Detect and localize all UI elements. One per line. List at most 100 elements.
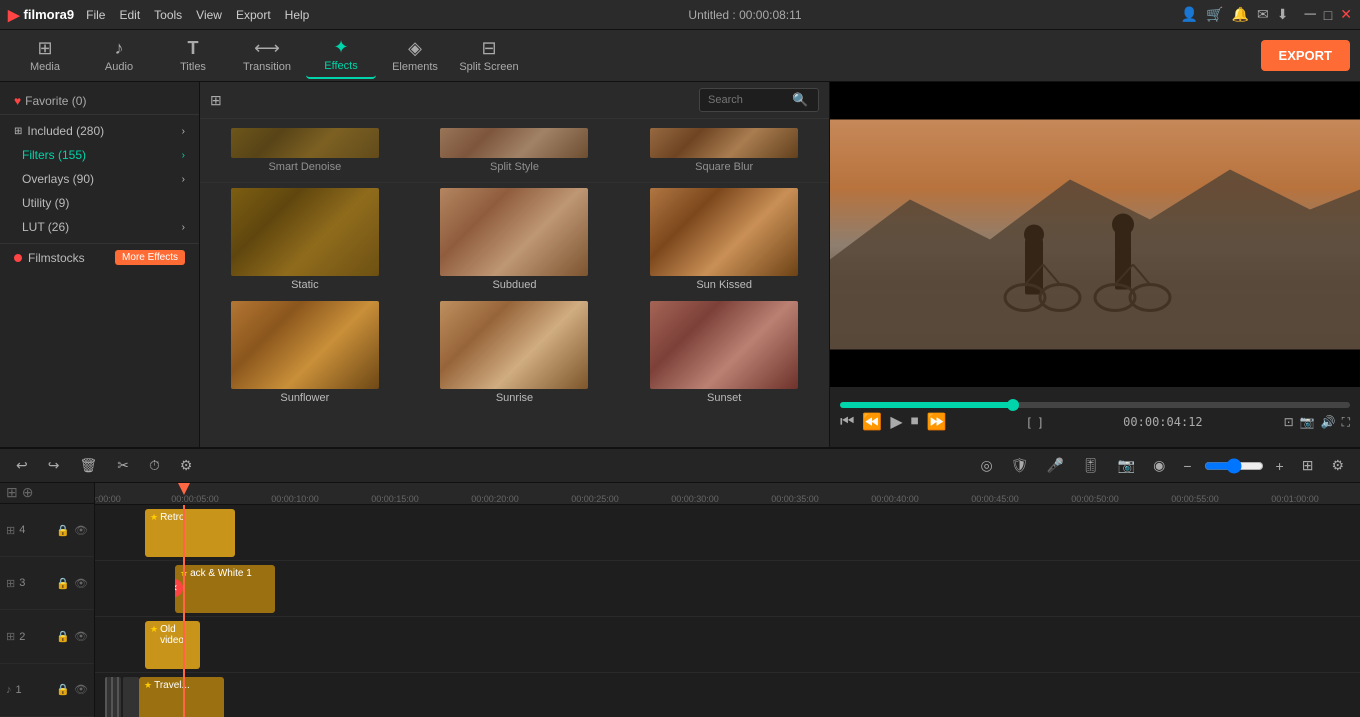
- notification-icon[interactable]: 🔔: [1232, 6, 1249, 23]
- effect-subdued[interactable]: Subdued: [410, 183, 620, 296]
- speed-button[interactable]: ⏱: [143, 454, 166, 477]
- track-3-lock[interactable]: 🔒: [56, 577, 70, 590]
- effects-sidebar: ♥ Favorite (0) ⊞ Included (280) › Filter…: [0, 82, 200, 447]
- play-button[interactable]: ▶: [890, 412, 902, 432]
- effect-sunset[interactable]: Sunset: [619, 296, 829, 409]
- toolbar-split-screen[interactable]: ⊟ Split Screen: [454, 33, 524, 79]
- pip-timeline-button[interactable]: ◉: [1147, 454, 1171, 477]
- sidebar-filters[interactable]: Filters (155) ›: [0, 143, 199, 167]
- timeline-toolbar: ↩ ↪ 🗑 ✂ ⏱ ⚙ ◎ 🛡 🎤 🎚 📷 ◉ − + ⊞ ⚙: [0, 449, 1360, 483]
- menu-file[interactable]: File: [86, 8, 105, 22]
- layout-button[interactable]: ⊞: [1296, 454, 1320, 477]
- pip-icon[interactable]: ⊡: [1284, 415, 1294, 429]
- sidebar-utility[interactable]: Utility (9): [0, 191, 199, 215]
- audio-mix-button[interactable]: 🎚: [1076, 454, 1106, 477]
- titles-label: Titles: [180, 61, 206, 73]
- toolbar-titles[interactable]: T Titles: [158, 33, 228, 79]
- step-forward-button[interactable]: ⏩: [927, 412, 947, 432]
- track-1-eye[interactable]: 👁: [74, 683, 88, 696]
- progress-thumb[interactable]: [1007, 399, 1019, 411]
- toolbar-media[interactable]: ⊞ Media: [10, 33, 80, 79]
- effect-sunflower[interactable]: Sunflower: [200, 296, 410, 409]
- clip-star-icon-3: ★: [150, 624, 158, 635]
- retro-clip-label: Retro: [160, 512, 184, 523]
- menu-view[interactable]: View: [196, 8, 222, 22]
- toolbar-effects[interactable]: ✦ Effects: [306, 33, 376, 79]
- menu-export[interactable]: Export: [236, 8, 271, 22]
- filmstocks-item[interactable]: Filmstocks More Effects: [0, 243, 199, 271]
- bracket-out-icon[interactable]: ]: [1039, 415, 1042, 429]
- track-2-number: 2: [19, 631, 25, 643]
- motion-track-button[interactable]: ◎: [974, 454, 998, 477]
- add-track-icon[interactable]: ⊞: [6, 484, 18, 501]
- track-3-eye[interactable]: 👁: [74, 577, 88, 590]
- download-icon[interactable]: ⬇: [1277, 6, 1289, 23]
- search-input[interactable]: [708, 94, 788, 106]
- zoom-out-button[interactable]: −: [1177, 455, 1197, 477]
- clip-bw[interactable]: ✕ ★ ack & White 1: [175, 565, 275, 613]
- undo-button[interactable]: ↩: [10, 454, 34, 477]
- adjust-button[interactable]: ⚙: [174, 454, 199, 477]
- maximize-button[interactable]: □: [1324, 7, 1332, 23]
- progress-bar[interactable]: [840, 402, 1350, 408]
- bw-clip-label: ack & White 1: [190, 568, 252, 579]
- toolbar-transition[interactable]: ⟷ Transition: [232, 33, 302, 79]
- cart-icon[interactable]: 🛒: [1206, 6, 1223, 23]
- preview-controls: ⏮ ⏪ ▶ ⏹ ⏩ [ ] 00:00:04:12 ⊡ 📷 🔊 ⛶: [830, 387, 1360, 447]
- step-back-button[interactable]: ⏪: [862, 412, 882, 432]
- export-button[interactable]: EXPORT: [1261, 40, 1350, 71]
- favorite-item[interactable]: ♥ Favorite (0): [0, 88, 199, 115]
- sidebar-included[interactable]: ⊞ Included (280) ›: [0, 119, 199, 143]
- magnet-icon[interactable]: ⊕: [22, 484, 34, 501]
- voiceover-button[interactable]: 🎤: [1040, 454, 1069, 477]
- clip-old-video[interactable]: ★ Old video: [145, 621, 200, 669]
- stop-button[interactable]: ⏹: [911, 413, 919, 431]
- skip-back-button[interactable]: ⏮: [840, 413, 854, 431]
- mail-icon[interactable]: ✉: [1257, 6, 1269, 23]
- media-button[interactable]: 📷: [1112, 454, 1141, 477]
- cut-button[interactable]: ✂: [111, 454, 135, 477]
- static-thumbnail: [231, 188, 379, 276]
- track-4-lock[interactable]: 🔒: [56, 524, 70, 537]
- delete-button[interactable]: 🗑: [73, 454, 103, 477]
- ruler-tick-2: 00:00:10:00: [271, 494, 319, 504]
- effect-sunkissed[interactable]: Sun Kissed: [619, 183, 829, 296]
- toolbar-audio[interactable]: ♪ Audio: [84, 33, 154, 79]
- track-2-lock[interactable]: 🔒: [56, 630, 70, 643]
- clip-travel[interactable]: ★ Travel...: [139, 677, 224, 717]
- track-2-eye[interactable]: 👁: [74, 630, 88, 643]
- more-effects-button[interactable]: More Effects: [115, 250, 185, 265]
- user-icon[interactable]: 👤: [1181, 6, 1198, 23]
- effect-square-blur[interactable]: Square Blur: [619, 123, 829, 178]
- time-display: 00:00:04:12: [1123, 415, 1202, 429]
- playhead[interactable]: [183, 505, 185, 717]
- effect-split-style[interactable]: Split Style: [410, 123, 620, 178]
- extra-controls: [ ]: [1028, 415, 1043, 429]
- redo-button[interactable]: ↪: [42, 454, 66, 477]
- effect-static[interactable]: Static: [200, 183, 410, 296]
- minimize-button[interactable]: ─: [1304, 6, 1315, 24]
- elements-label: Elements: [392, 61, 438, 73]
- track-1-lock[interactable]: 🔒: [56, 683, 70, 696]
- sidebar-lut[interactable]: LUT (26) ›: [0, 215, 199, 239]
- zoom-in-button[interactable]: +: [1270, 455, 1290, 477]
- bracket-in-icon[interactable]: [: [1028, 415, 1031, 429]
- sidebar-overlays[interactable]: Overlays (90) ›: [0, 167, 199, 191]
- track-4-eye[interactable]: 👁: [74, 524, 88, 537]
- fullscreen-icon[interactable]: ⛶: [1342, 415, 1350, 430]
- snapshot-icon[interactable]: 📷: [1300, 415, 1315, 429]
- track-label-1: ♪ 1 🔒 👁: [0, 664, 94, 717]
- menu-edit[interactable]: Edit: [119, 8, 140, 22]
- toolbar-elements[interactable]: ◈ Elements: [380, 33, 450, 79]
- volume-icon[interactable]: 🔊: [1321, 415, 1336, 429]
- effect-smart-denoise[interactable]: Smart Denoise: [200, 123, 410, 178]
- menu-tools[interactable]: Tools: [154, 8, 182, 22]
- zoom-slider[interactable]: [1204, 458, 1264, 474]
- mask-button[interactable]: 🛡: [1005, 454, 1035, 477]
- effect-sunrise[interactable]: Sunrise: [410, 296, 620, 409]
- close-button[interactable]: ✕: [1340, 6, 1352, 23]
- clip-retro[interactable]: ★ Retro: [145, 509, 235, 557]
- menu-help[interactable]: Help: [285, 8, 310, 22]
- grid-layout-icon[interactable]: ⊞: [210, 92, 222, 109]
- settings-button[interactable]: ⚙: [1325, 454, 1350, 477]
